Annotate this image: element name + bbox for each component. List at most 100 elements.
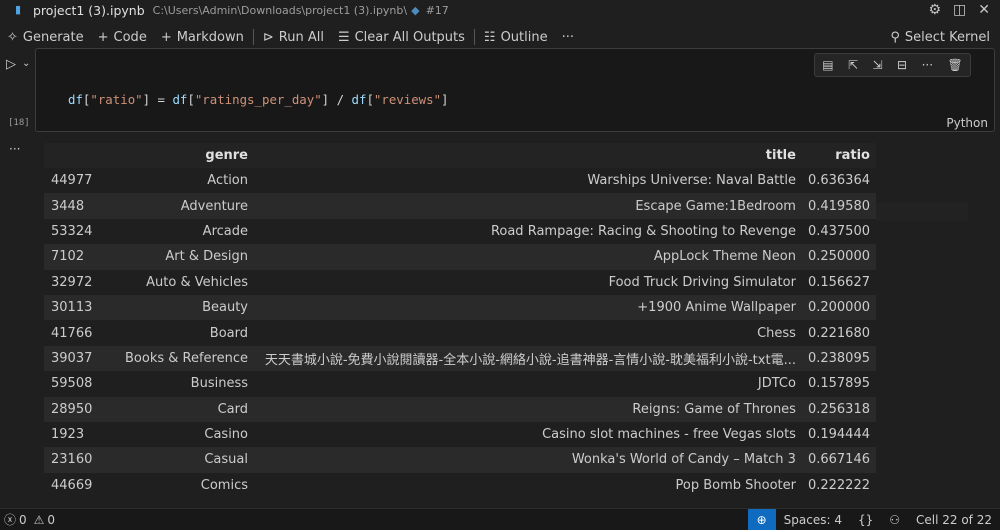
- error-icon: ⓧ: [4, 513, 17, 527]
- row-index: 23160: [44, 447, 114, 473]
- row-ratio: 0.221680: [801, 320, 876, 346]
- clear-all-outputs-button[interactable]: ☰ Clear All Outputs: [331, 24, 472, 50]
- row-index: 44669: [44, 472, 114, 499]
- notebook-file-icon: ▮: [15, 3, 22, 16]
- ratio-header: ratio: [801, 143, 876, 168]
- copilot-icon[interactable]: ⚇: [881, 509, 908, 530]
- split-editor-icon[interactable]: ◫: [953, 2, 966, 18]
- table-row: 53324 Arcade Road Rampage: Racing & Shooti…: [44, 218, 876, 245]
- table-row: 3448 Adventure Escape Game:1Bedroom 0.41958…: [44, 193, 876, 219]
- notebook-toolbar: ✧ Generate + Code + Markdown ⊳ Run All ☰…: [0, 24, 1000, 50]
- cell-toolbar: ▤ ⇱ ⇲ ⊟ ··· 🗑: [814, 53, 971, 77]
- run-all-button[interactable]: ⊳ Run All: [256, 24, 331, 50]
- row-title: Road Rampage: Racing & Shooting to Reven…: [254, 218, 802, 245]
- row-index: 44977: [44, 168, 114, 194]
- table-row: 41766 Board Chess 0.221680: [44, 320, 876, 346]
- row-genre: Auto & Vehicles: [114, 269, 254, 295]
- row-ratio: 0.200000: [801, 294, 876, 321]
- row-genre: Casual: [114, 447, 254, 473]
- run-cell-icon[interactable]: ▷: [6, 57, 22, 73]
- status-bar: ⓧ 0 ⚠ 0 ⊕ Spaces: 4 {} ⚇ Cell 22 of 22: [0, 508, 1000, 530]
- toolbar-divider: [473, 29, 475, 45]
- table-row: 44977 Action Warships Universe: Naval Batt…: [44, 168, 876, 194]
- delete-icon[interactable]: 🗑: [947, 58, 962, 72]
- table-row: 30113 Beauty +1900 Anime Wallpaper 0.200000: [44, 294, 876, 321]
- split-cell-icon[interactable]: ⊟: [897, 58, 907, 72]
- table-row: 7102 Art & Design AppLock Theme Neon 0.2500…: [44, 244, 876, 270]
- row-title: Wonka's World of Candy – Match 3: [254, 447, 802, 473]
- title-header: title: [254, 143, 802, 168]
- cell-position[interactable]: Cell 22 of 22: [908, 509, 1000, 530]
- add-code-button[interactable]: + Code: [91, 24, 154, 50]
- execute-above-icon[interactable]: ⇱: [848, 58, 858, 72]
- outline-icon: ☷: [483, 29, 496, 45]
- row-ratio: 0.437500: [801, 218, 876, 245]
- row-index: 7102: [44, 244, 114, 270]
- row-genre: Adventure: [114, 193, 254, 219]
- notebook-file-name: project1 (3).ipynb: [33, 2, 145, 18]
- row-index: 59508: [44, 371, 114, 397]
- output-menu-icon[interactable]: ···: [9, 142, 20, 156]
- row-title: +1900 Anime Wallpaper: [254, 294, 802, 321]
- row-index: 28950: [44, 396, 114, 422]
- row-genre: Card: [114, 396, 254, 422]
- row-index: 32972: [44, 269, 114, 295]
- settings-gear-icon[interactable]: ⚙: [928, 2, 941, 18]
- row-ratio: 0.419580: [801, 193, 876, 219]
- table-row: 23160 Casual Wonka's World of Candy – Matc…: [44, 447, 876, 473]
- row-genre: Business: [114, 371, 254, 397]
- row-title: 天天書城小說-免費小說閱讀器-全本小說-網絡小說-追書神器-言情小說-耽美福利小…: [254, 345, 802, 372]
- zoom-icon[interactable]: ⊕: [747, 509, 776, 530]
- clear-outputs-icon: ☰: [337, 29, 350, 45]
- more-actions-button[interactable]: ···: [555, 24, 581, 50]
- execution-count: [18]: [8, 118, 30, 128]
- table-row: 32972 Auto & Vehicles Food Truck Driving S…: [44, 269, 876, 295]
- row-genre: Books & Reference: [114, 345, 254, 372]
- chevron-down-icon[interactable]: ⌄: [22, 58, 30, 69]
- row-index: 3448: [44, 193, 114, 219]
- table-row: 44669 Comics Pop Bomb Shooter 0.222222: [44, 472, 876, 499]
- add-markdown-button[interactable]: + Markdown: [154, 24, 251, 50]
- row-index: 39037: [44, 345, 114, 372]
- row-ratio: 0.667146: [801, 447, 876, 473]
- output-dataframe: genre title ratio 44977 Action Warships Un…: [44, 143, 876, 499]
- more-icon[interactable]: ···: [922, 58, 933, 72]
- editor-actions: ⚙ ◫ ✕: [928, 0, 990, 20]
- plus-icon: +: [160, 29, 172, 45]
- problems-indicator[interactable]: ⓧ 0 ⚠ 0: [0, 511, 55, 528]
- row-index: 41766: [44, 320, 114, 346]
- row-title: Warships Universe: Naval Battle: [254, 168, 802, 194]
- row-genre: Action: [114, 168, 254, 194]
- close-icon[interactable]: ✕: [978, 2, 990, 18]
- row-title: Chess: [254, 320, 802, 346]
- row-genre: Arcade: [114, 218, 254, 245]
- row-index: 30113: [44, 294, 114, 321]
- row-ratio: 0.194444: [801, 421, 876, 448]
- row-ratio: 0.250000: [801, 244, 876, 270]
- table-row: 59508 Business JDTCo 0.157895: [44, 371, 876, 397]
- row-ratio: 0.256318: [801, 396, 876, 422]
- row-index: 1923: [44, 421, 114, 448]
- generate-button[interactable]: ✧ Generate: [0, 24, 91, 50]
- error-count: 0: [19, 512, 27, 527]
- execute-below-icon[interactable]: ⇲: [873, 58, 883, 72]
- row-genre: Art & Design: [114, 244, 254, 270]
- row-genre: Comics: [114, 472, 254, 499]
- outline-button[interactable]: ☷ Outline: [477, 24, 555, 50]
- row-title: Reigns: Game of Thrones: [254, 396, 802, 422]
- python-icon: ◆: [411, 3, 420, 17]
- table-header-row: genre title ratio: [44, 143, 876, 168]
- warning-icon: ⚠: [33, 512, 45, 527]
- select-kernel-button[interactable]: ⚲ Select Kernel: [883, 24, 997, 50]
- table-row: 28950 Card Reigns: Game of Thrones 0.256318: [44, 396, 876, 422]
- row-title: Food Truck Driving Simulator: [254, 269, 802, 295]
- row-genre: Beauty: [114, 294, 254, 321]
- code-line: df["ratio"] = df["ratings_per_day"] / df…: [68, 92, 449, 107]
- row-title: Casino slot machines - free Vegas slots: [254, 421, 802, 448]
- language-mode-braces[interactable]: {}: [850, 509, 881, 530]
- row-ratio: 0.636364: [801, 168, 876, 194]
- cell-language-label[interactable]: Python: [946, 116, 988, 130]
- table-row: 1923 Casino Casino slot machines - free Ve…: [44, 421, 876, 448]
- indentation-setting[interactable]: Spaces: 4: [776, 509, 850, 530]
- variables-icon[interactable]: ▤: [822, 58, 833, 72]
